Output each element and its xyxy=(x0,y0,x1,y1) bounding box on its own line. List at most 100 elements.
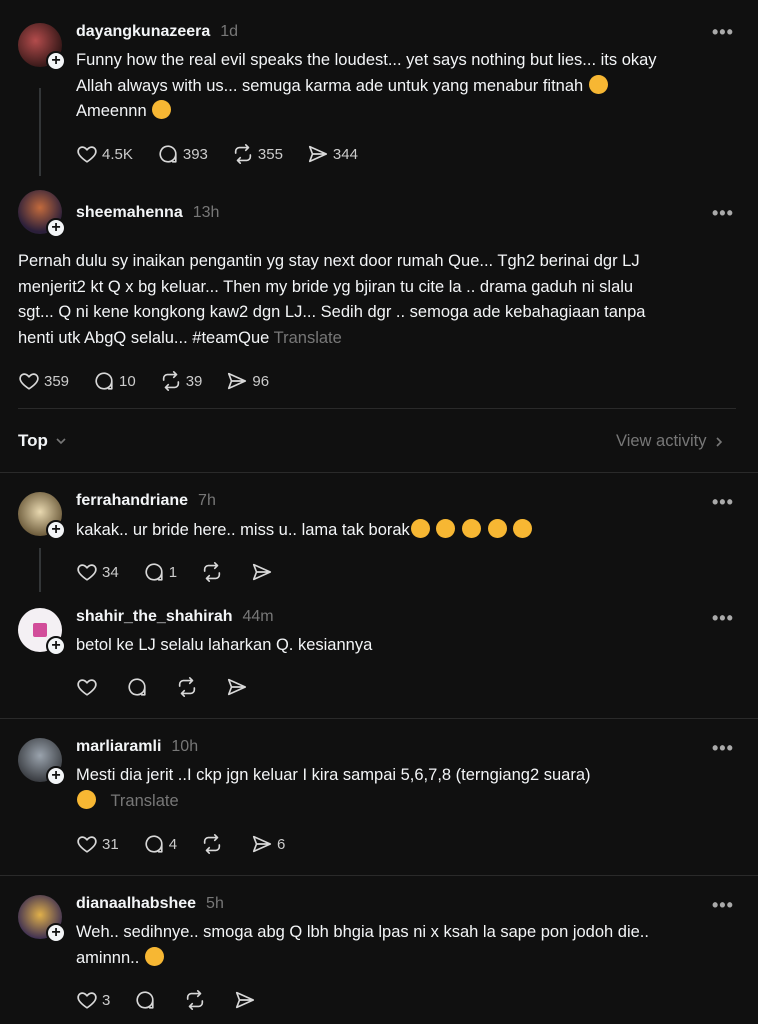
share-button[interactable]: 344 xyxy=(307,143,358,165)
like-button[interactable]: 359 xyxy=(18,370,69,392)
share-button[interactable]: 96 xyxy=(226,370,269,392)
translate-link[interactable]: Translate xyxy=(110,792,178,810)
repost-button[interactable] xyxy=(184,989,210,1011)
follow-plus-icon[interactable]: + xyxy=(46,218,66,238)
hug-emoji-icon xyxy=(436,519,456,538)
more-icon[interactable]: ••• xyxy=(712,895,734,916)
more-icon[interactable]: ••• xyxy=(712,203,734,224)
like-count: 359 xyxy=(44,372,70,390)
reply-button[interactable]: 393 xyxy=(157,143,208,165)
post-text: Pernah dulu sy inaikan pengantin yg stay… xyxy=(18,252,646,347)
sort-label: Top xyxy=(18,431,48,450)
reply-username[interactable]: ferrahandriane 7h xyxy=(76,492,216,510)
share-icon xyxy=(307,143,329,165)
share-icon xyxy=(251,561,273,583)
repost-icon xyxy=(176,676,198,698)
avatar[interactable]: + xyxy=(18,23,66,71)
reply-text: kakak.. ur bride here.. miss u.. lama ta… xyxy=(76,518,746,544)
reply-actions: 31 4 6 xyxy=(76,831,309,857)
reply-username[interactable]: marliaramli 10h xyxy=(76,738,198,756)
reply-icon xyxy=(134,989,156,1011)
share-icon xyxy=(251,833,273,855)
share-count: 344 xyxy=(332,145,358,163)
share-icon xyxy=(234,989,256,1011)
share-button[interactable]: 6 xyxy=(251,833,285,855)
repost-button[interactable] xyxy=(176,676,202,698)
chevron-down-icon xyxy=(56,438,66,445)
like-button[interactable] xyxy=(76,676,102,698)
like-button[interactable]: 4.5K xyxy=(76,143,133,165)
repost-icon xyxy=(232,143,254,165)
reply-text: Mesti dia jerit ..I ckp jgn keluar I kir… xyxy=(76,766,591,810)
reply-count: 1 xyxy=(168,563,178,581)
reply-username[interactable]: dianaalhabshee 5h xyxy=(76,895,224,913)
reply-button[interactable]: 1 xyxy=(143,561,177,583)
reply-text: Weh.. sedihnye.. smoga abg Q lbh bhgia l… xyxy=(76,923,649,967)
reply-button[interactable]: 10 xyxy=(93,370,136,392)
like-button[interactable]: 34 xyxy=(76,561,119,583)
reply-count: 4 xyxy=(168,835,178,853)
more-icon[interactable]: ••• xyxy=(712,608,734,629)
post-time: 1d xyxy=(220,23,239,40)
like-button[interactable]: 3 xyxy=(76,989,110,1011)
building-icon xyxy=(33,623,47,637)
post-text: Funny how the real evil speaks the loude… xyxy=(76,51,657,120)
follow-plus-icon[interactable]: + xyxy=(46,51,66,71)
avatar[interactable]: + xyxy=(18,492,66,540)
repost-icon xyxy=(201,833,223,855)
share-icon xyxy=(226,370,248,392)
reply-button[interactable]: 4 xyxy=(143,833,177,855)
follow-plus-icon[interactable]: + xyxy=(46,520,66,540)
starstruck-emoji-icon xyxy=(77,789,96,809)
reply-button[interactable] xyxy=(134,989,160,1011)
follow-plus-icon[interactable]: + xyxy=(46,636,66,656)
reply-actions: 3 xyxy=(76,987,284,1013)
reply-time: 10h xyxy=(171,738,199,755)
repost-button[interactable]: 39 xyxy=(160,370,202,392)
avatar[interactable]: + xyxy=(18,738,66,786)
reply-time: 5h xyxy=(206,895,224,912)
repost-icon xyxy=(184,989,206,1011)
more-icon[interactable]: ••• xyxy=(712,738,734,759)
reply-button[interactable] xyxy=(126,676,152,698)
reply-text: betol ke LJ selalu laharkan Q. kesiannya xyxy=(76,636,373,654)
hug-emoji-icon xyxy=(410,519,430,538)
share-button[interactable] xyxy=(226,676,252,698)
post-username[interactable]: sheemahenna 13h xyxy=(76,204,219,222)
post-username[interactable]: dayangkunazeera 1d xyxy=(76,23,238,41)
hug-emoji-icon xyxy=(513,519,533,538)
view-activity-link[interactable]: View activity xyxy=(616,432,726,451)
repost-button[interactable] xyxy=(201,561,227,583)
repost-button[interactable]: 355 xyxy=(232,143,283,165)
hands-emoji-icon xyxy=(588,74,608,94)
avatar[interactable]: + xyxy=(18,895,66,943)
follow-plus-icon[interactable]: + xyxy=(46,766,66,786)
more-icon[interactable]: ••• xyxy=(712,492,734,513)
post-actions: 4.5K 393 355 344 xyxy=(76,141,382,167)
share-count: 96 xyxy=(252,372,270,390)
share-button[interactable] xyxy=(251,561,277,583)
sort-dropdown[interactable]: Top xyxy=(18,431,68,451)
more-icon[interactable]: ••• xyxy=(712,22,734,43)
reply-icon xyxy=(93,370,115,392)
translate-link[interactable]: Translate xyxy=(274,329,342,347)
reply-icon xyxy=(143,561,165,583)
share-button[interactable] xyxy=(234,989,260,1011)
follow-plus-icon[interactable]: + xyxy=(46,923,66,943)
hug-emoji-icon xyxy=(487,519,507,538)
avatar[interactable]: + xyxy=(18,190,66,238)
thread-line xyxy=(39,548,41,592)
heart-icon xyxy=(76,143,98,165)
repost-button[interactable] xyxy=(201,833,227,855)
like-button[interactable]: 31 xyxy=(76,833,119,855)
share-count: 6 xyxy=(277,835,286,853)
repost-count: 355 xyxy=(257,145,283,163)
divider xyxy=(18,408,736,409)
heart-icon xyxy=(76,989,98,1011)
heart-icon xyxy=(76,833,98,855)
reply-icon xyxy=(157,143,179,165)
reply-username[interactable]: shahir_the_shahirah 44m xyxy=(76,608,274,626)
avatar[interactable]: + xyxy=(18,608,66,656)
heart-icon xyxy=(18,370,40,392)
hug-emoji-icon xyxy=(462,519,481,538)
